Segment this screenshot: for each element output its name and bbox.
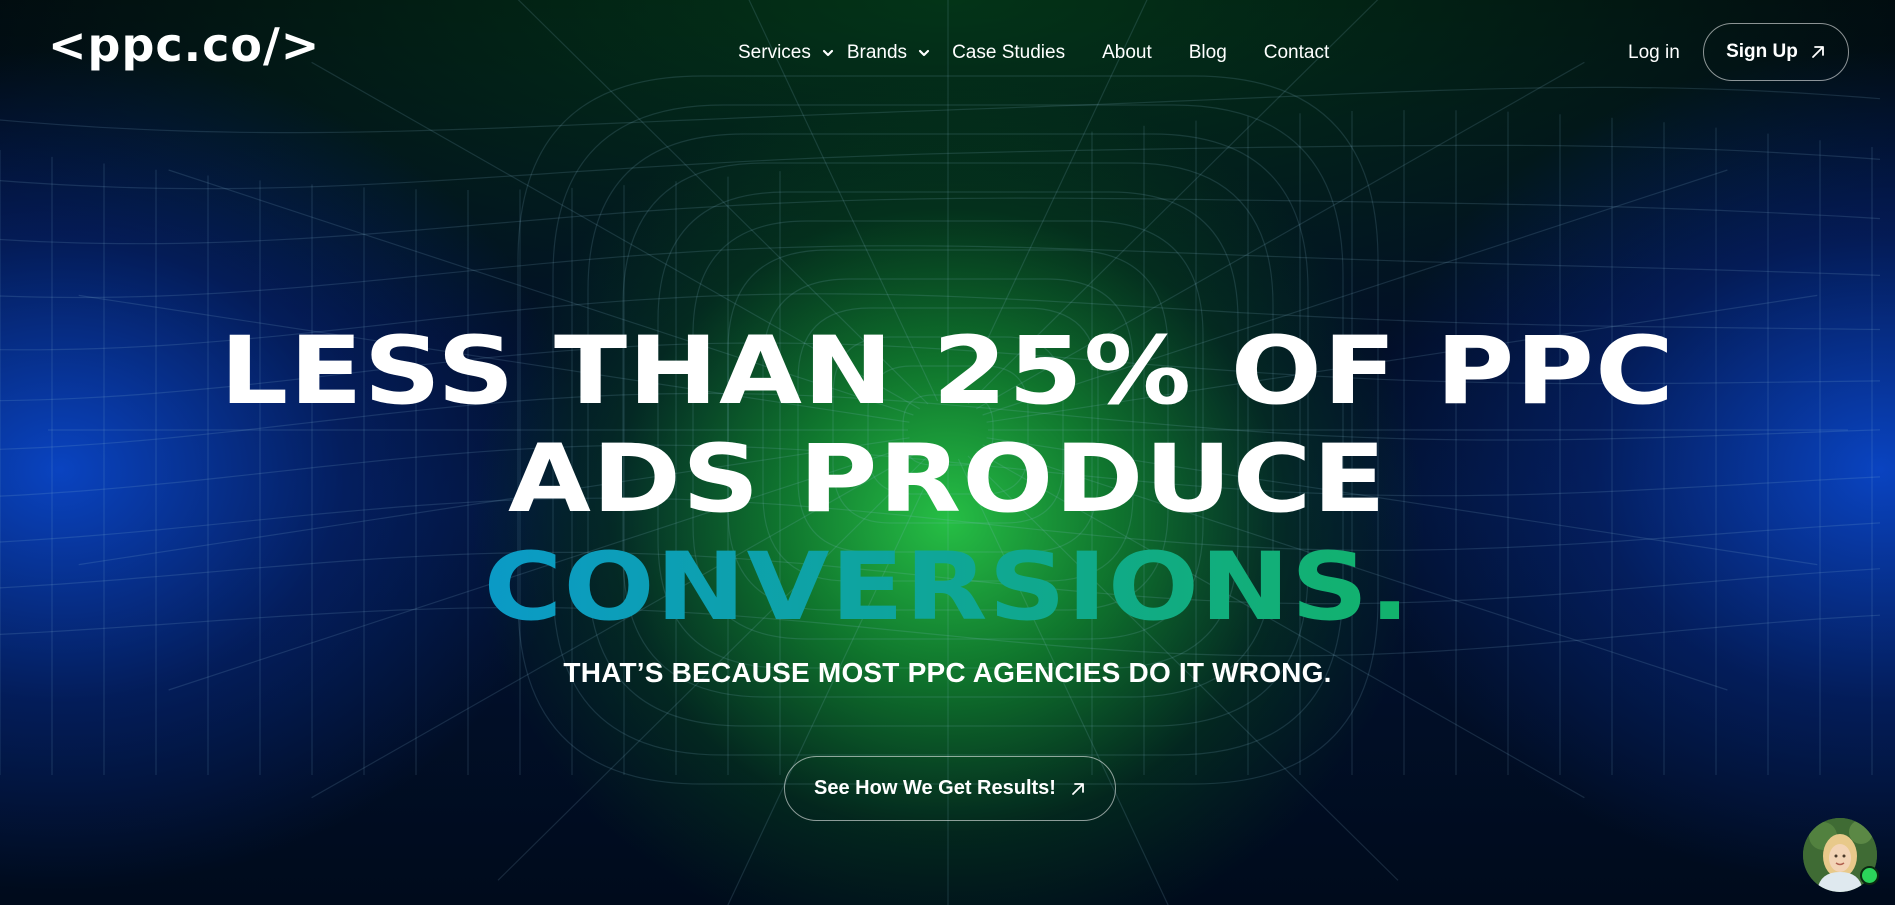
online-status-indicator [1860,866,1879,885]
arrow-up-right-icon [1072,782,1084,795]
headline-line-1: LESS THAN 25% OF PPC [219,317,1675,426]
hero-headline: LESS THAN 25% OF PPC ADS PRODUCE CONVERS… [0,318,1895,642]
nav-item-blog-label: Blog [1188,42,1227,63]
see-results-button[interactable]: See How We Get Results! [784,756,1116,821]
arrow-up-right-icon [1811,46,1824,58]
nav-item-contact-label: Contact [1263,42,1330,63]
signup-button[interactable]: Sign Up [1703,23,1849,81]
nav-item-contact[interactable]: Contact [1264,42,1329,64]
nav-item-about[interactable]: About [1102,42,1152,64]
see-results-button-label: See How We Get Results! [814,777,1056,799]
nav-item-case-studies[interactable]: Case Studies [952,42,1065,64]
headline-line-2: ADS PRODUCE [507,425,1387,534]
grid-line [0,144,1881,190]
chevron-down-icon [918,49,930,57]
nav-item-about-label: About [1102,42,1152,63]
main-nav: Services Brands Case Studies About Blog … [738,42,1329,64]
hero-subheadline: THAT’S BECAUSE MOST PPC AGENCIES DO IT W… [563,657,1332,688]
nav-item-brands[interactable]: Brands [847,42,931,64]
headline-line-3: CONVERSIONS. [0,534,1895,642]
login-link[interactable]: Log in [1628,42,1680,64]
hero-section: <ppc.co/> Services Brands Case Studies A… [0,0,1895,905]
nav-item-services-label: Services [738,42,811,63]
nav-item-case-studies-label: Case Studies [952,42,1066,63]
nav-item-blog[interactable]: Blog [1189,42,1227,64]
chevron-down-icon [822,49,833,57]
grid-line [0,86,1881,134]
grid-line [0,197,1881,245]
site-logo[interactable]: <ppc.co/> [48,22,320,68]
grid-line [0,245,1881,299]
nav-item-brands-label: Brands [846,42,908,63]
nav-item-services[interactable]: Services [738,42,835,64]
signup-button-label: Sign Up [1726,41,1798,62]
